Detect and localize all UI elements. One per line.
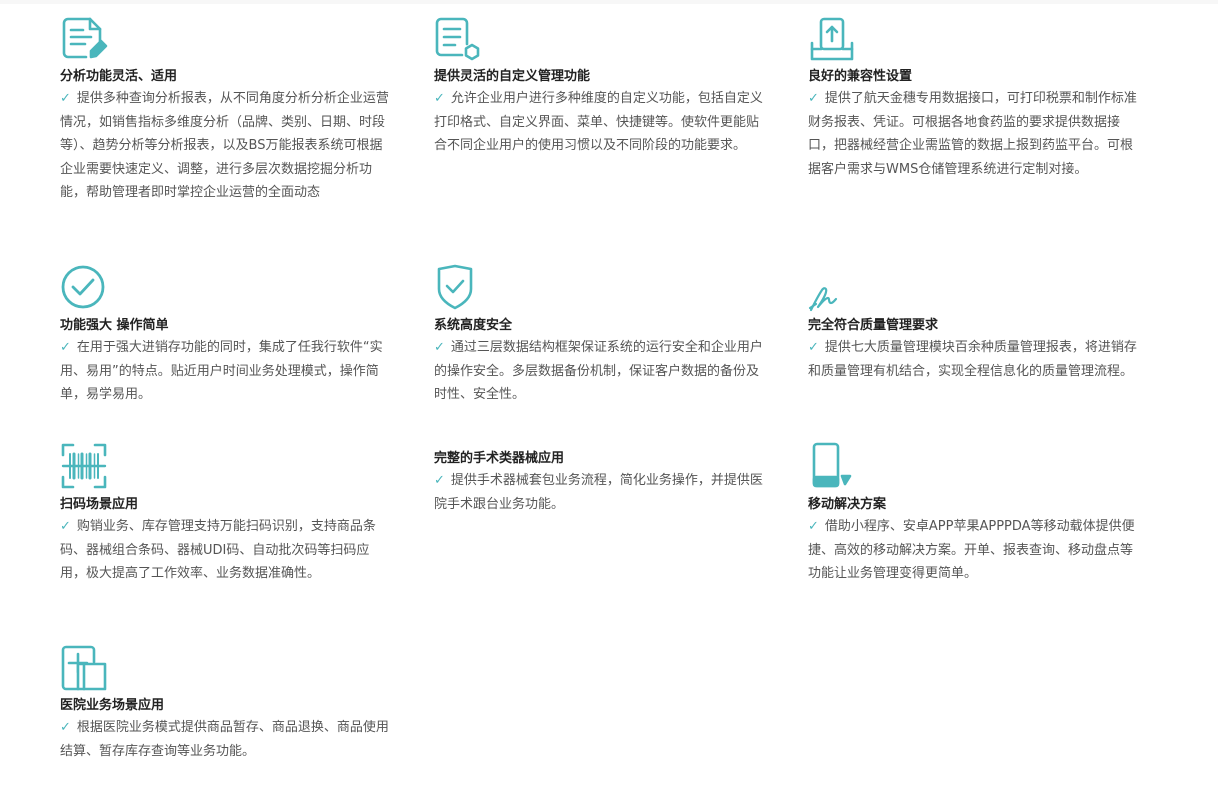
barcode-scan-icon: [60, 442, 108, 490]
feature-card-analysis: 分析功能灵活、适用 ✓ 提供多种查询分析报表，从不同角度分析分析企业运营情况，如销…: [60, 16, 390, 236]
report-edit-icon: [60, 16, 108, 64]
signature-icon: [808, 274, 856, 322]
feature-title: 完整的手术类器械应用: [434, 451, 565, 466]
document-settings-icon: [434, 16, 482, 64]
feature-title: 医院业务场景应用: [60, 698, 165, 713]
feature-card-compatibility: 良好的兼容性设置 ✓ 提供了航天金穗专用数据接口，可打印税票和制作标准财务报表、凭…: [808, 16, 1138, 216]
feature-card-surgical-instruments: 完整的手术类器械应用 ✓ 提供手术器械套包业务流程，简化业务操作，并提供医院手术跟…: [434, 442, 764, 562]
feature-description: ✓ 提供多种查询分析报表，从不同角度分析分析企业运营情况，如销售指标多维度分析（品…: [60, 91, 389, 200]
feature-description: ✓ 提供了航天金穗专用数据接口，可打印税票和制作标准财务报表、凭证。可根据各地食药…: [808, 91, 1137, 177]
check-icon: ✓: [434, 340, 445, 355]
feature-title: 分析功能灵活、适用: [60, 69, 178, 84]
upload-tray-icon: [808, 16, 856, 64]
feature-description: ✓ 允许企业用户进行多种维度的自定义功能，包括自定义打印格式、自定义界面、菜单、快…: [434, 91, 763, 153]
feature-card-hospital-scenario: 医院业务场景应用 ✓ 根据医院业务模式提供商品暂存、商品退换、商品使用结算、暂存库…: [60, 644, 390, 774]
mobile-phone-icon: [808, 442, 856, 490]
feature-card-barcode-scan: 扫码场景应用 ✓ 购销业务、库存管理支持万能扫码识别，支持商品条码、器械组合条码、…: [60, 442, 390, 612]
check-icon: ✓: [434, 91, 445, 106]
shield-check-icon: [434, 264, 482, 312]
check-circle-icon: [60, 264, 108, 312]
feature-card-security: 系统高度安全 ✓ 通过三层数据结构框架保证系统的运行安全和企业用户的操作安全。多层…: [434, 264, 764, 414]
feature-card-mobile-solution: 移动解决方案 ✓ 借助小程序、安卓APP苹果APPPDA等移动载体提供便捷、高效的…: [808, 442, 1138, 592]
medical-document-icon: [60, 644, 108, 692]
feature-title: 扫码场景应用: [60, 497, 139, 512]
feature-description: ✓ 通过三层数据结构框架保证系统的运行安全和企业用户的操作安全。多层数据备份机制，…: [434, 340, 763, 402]
check-icon: ✓: [808, 519, 819, 534]
feature-card-easy-operation: 功能强大 操作简单 ✓ 在用于强大进销存功能的同时，集成了任我行软件“实用、易用”…: [60, 264, 390, 414]
check-icon: ✓: [60, 91, 71, 106]
feature-title: 良好的兼容性设置: [808, 69, 913, 84]
feature-card-quality-management: 完全符合质量管理要求 ✓ 提供七大质量管理模块百余种质量管理报表，将进销存和质量管…: [808, 264, 1138, 414]
feature-description: ✓ 购销业务、库存管理支持万能扫码识别，支持商品条码、器械组合条码、器械UDI码、…: [60, 519, 376, 581]
check-icon: ✓: [60, 519, 71, 534]
top-divider: [0, 0, 1218, 4]
feature-description: ✓ 提供手术器械套包业务流程，简化业务操作，并提供医院手术跟台业务功能。: [434, 473, 763, 512]
feature-description: ✓ 借助小程序、安卓APP苹果APPPDA等移动载体提供便捷、高效的移动解决方案。…: [808, 519, 1135, 581]
check-icon: ✓: [60, 340, 71, 355]
feature-description: ✓ 根据医院业务模式提供商品暂存、商品退换、商品使用结算、暂存库存查询等业务功能。: [60, 720, 389, 759]
feature-title: 移动解决方案: [808, 497, 887, 512]
feature-title: 完全符合质量管理要求: [808, 318, 939, 333]
check-icon: ✓: [434, 473, 445, 488]
feature-description: ✓ 提供七大质量管理模块百余种质量管理报表，将进销存和质量管理有机结合，实现全程信…: [808, 340, 1137, 379]
check-icon: ✓: [808, 91, 819, 106]
check-icon: ✓: [808, 340, 819, 355]
feature-description: ✓ 在用于强大进销存功能的同时，集成了任我行软件“实用、易用”的特点。贴近用户时间…: [60, 340, 383, 402]
feature-title: 系统高度安全: [434, 318, 513, 333]
feature-title: 功能强大 操作简单: [60, 318, 169, 333]
check-icon: ✓: [60, 720, 71, 735]
feature-title: 提供灵活的自定义管理功能: [434, 69, 591, 84]
feature-card-custom-management: 提供灵活的自定义管理功能 ✓ 允许企业用户进行多种维度的自定义功能，包括自定义打印…: [434, 16, 764, 216]
